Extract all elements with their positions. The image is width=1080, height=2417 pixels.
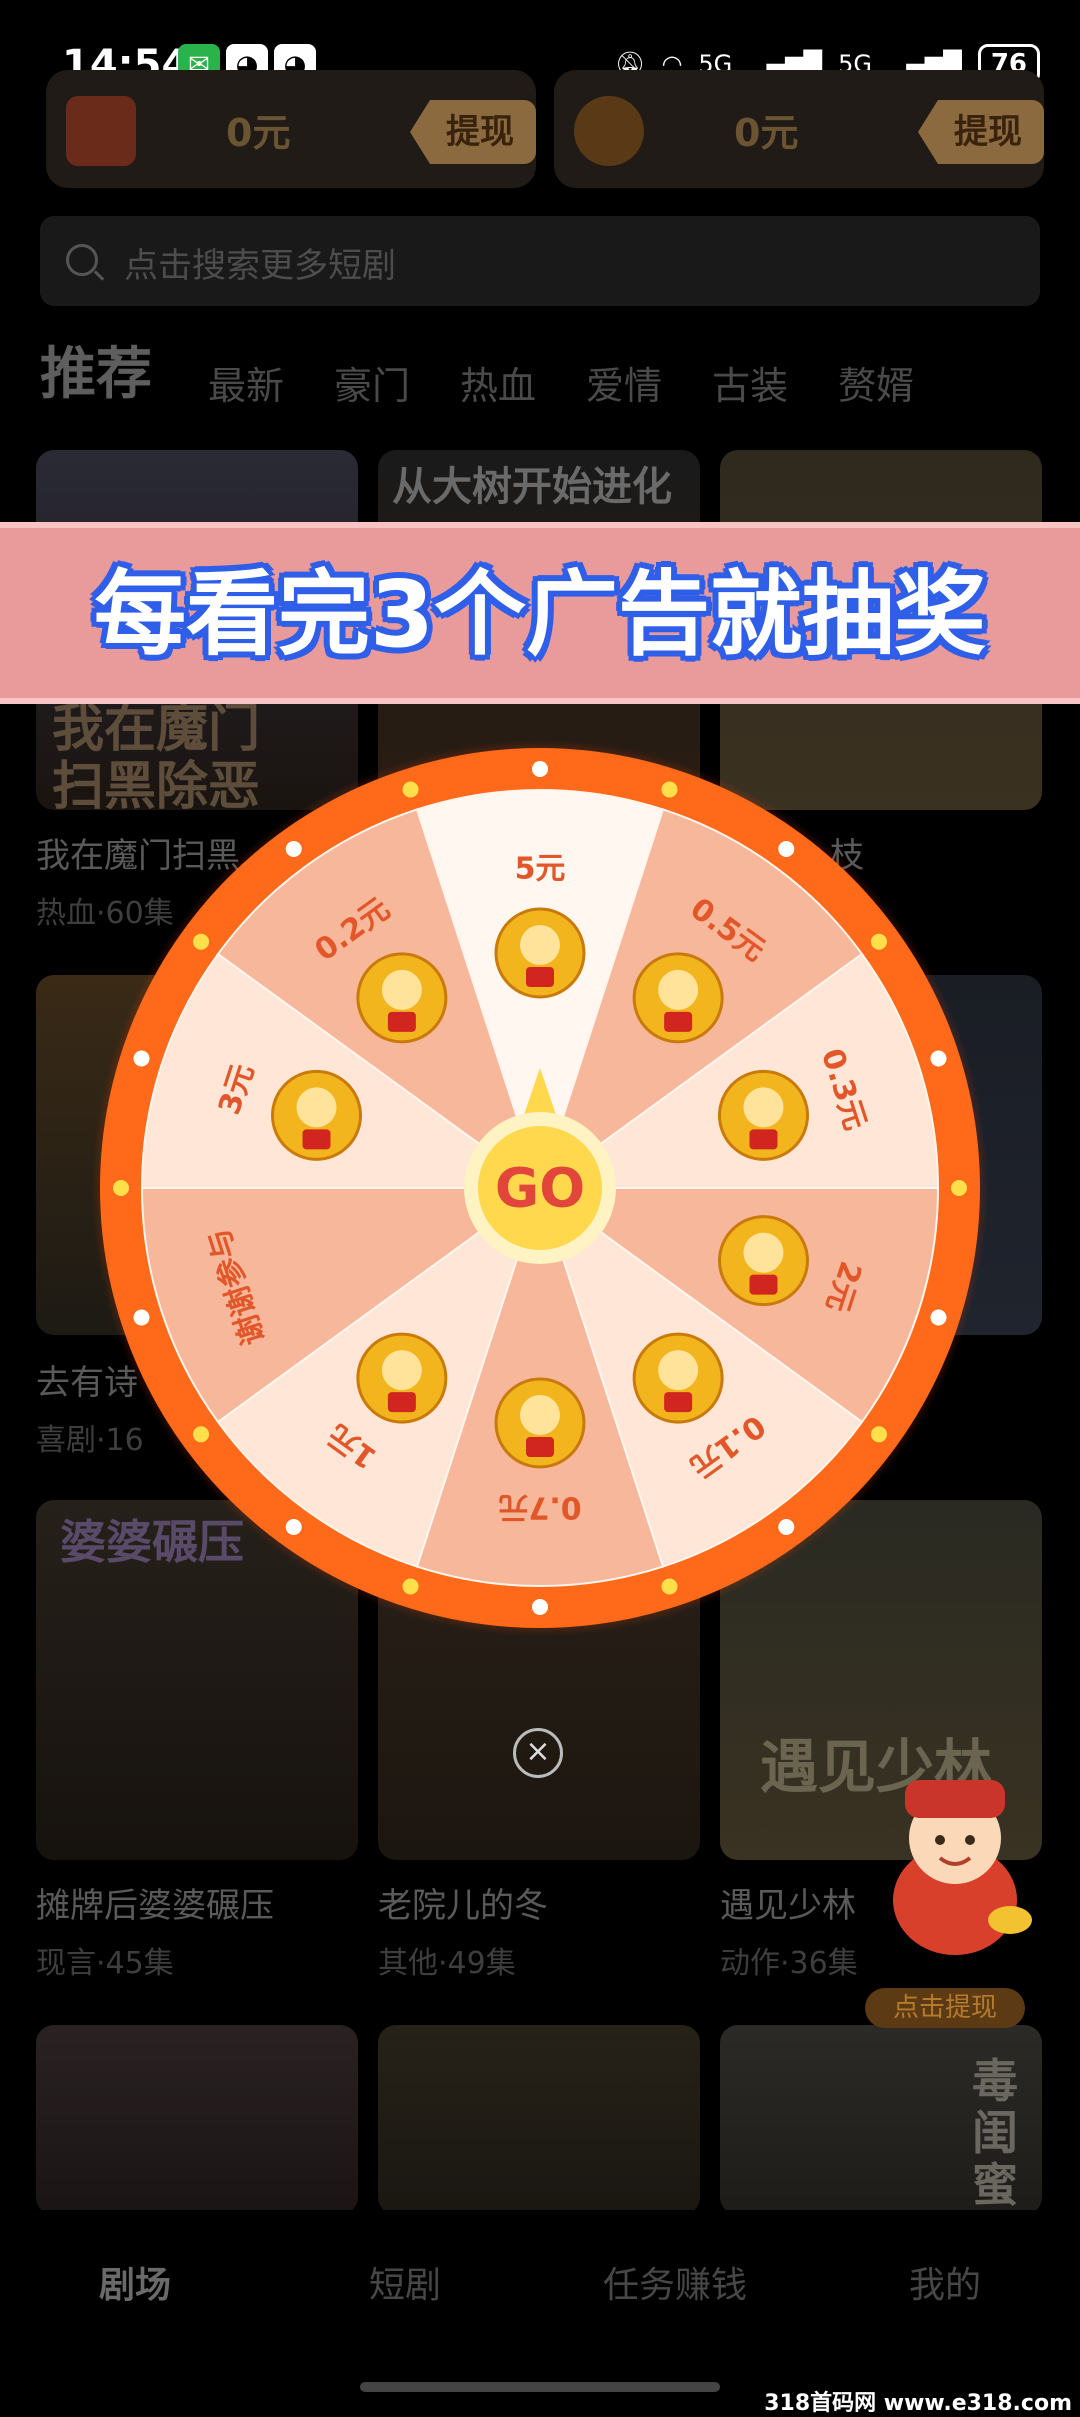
rim-bulb bbox=[113, 1180, 129, 1196]
rim-bulb bbox=[285, 1518, 302, 1535]
coin-god-scroll bbox=[387, 1011, 416, 1032]
prize-wheel[interactable]: 5元 0.5元 0.3元 2元 0.1元 0.7元 1元 谢谢参与 3元 0.2元 GO bbox=[90, 738, 990, 1638]
coin-god-face bbox=[296, 1087, 337, 1128]
nav-theater[interactable]: 剧场 bbox=[0, 2210, 270, 2340]
rim-bulb bbox=[778, 1518, 795, 1535]
coin-god-scroll bbox=[387, 1392, 416, 1413]
drama-card-11[interactable] bbox=[378, 2025, 700, 2215]
rim-bulb bbox=[930, 1309, 947, 1326]
coin-god-face bbox=[743, 1232, 784, 1273]
coin-god-scroll bbox=[749, 1129, 778, 1150]
poster-title: 从大树开始进化 bbox=[392, 464, 672, 510]
rim-bulb bbox=[193, 933, 210, 950]
god-of-wealth-mascot[interactable] bbox=[870, 1760, 1040, 1960]
coin-god-scroll bbox=[749, 1274, 778, 1295]
withdraw-button[interactable]: 提现 bbox=[918, 100, 1044, 164]
wallet-amount: 0元 bbox=[734, 111, 799, 155]
rim-bulb bbox=[133, 1309, 150, 1326]
tab-recommend[interactable]: 推荐 bbox=[40, 329, 152, 410]
withdraw-badge[interactable]: 点击提现 bbox=[865, 1988, 1025, 2028]
tab-son-in-law[interactable]: 赘婿 bbox=[838, 355, 914, 410]
red-envelope-icon bbox=[66, 96, 136, 166]
coin-god-face bbox=[658, 1350, 699, 1391]
coin-god-face bbox=[381, 969, 422, 1010]
close-icon[interactable]: × bbox=[513, 1728, 563, 1778]
rim-bulb bbox=[133, 1050, 150, 1067]
go-label: GO bbox=[495, 1157, 585, 1220]
mascot-icon bbox=[574, 96, 644, 166]
coin-god-scroll bbox=[664, 1011, 693, 1032]
prize-label: 0.7元 bbox=[498, 1490, 581, 1525]
rim-bulb bbox=[402, 781, 419, 798]
nav-earn-tasks[interactable]: 任务赚钱 bbox=[540, 2210, 810, 2340]
rim-bulb bbox=[193, 1426, 210, 1443]
search-icon bbox=[66, 244, 98, 276]
poster-title: 毒闺蜜 bbox=[972, 2054, 1018, 2212]
banner-text: 每看完3个广告就抽奖 bbox=[93, 561, 986, 668]
coin-god-scroll bbox=[526, 1437, 554, 1457]
wallet-card-2[interactable]: 0元 提现 bbox=[554, 70, 1044, 188]
drama-card-10[interactable] bbox=[36, 2025, 358, 2215]
drama-meta: 其他·49集 bbox=[378, 1946, 516, 1981]
prize-label: 5元 bbox=[515, 852, 566, 887]
wheel-svg: 5元0.5元0.3元2元0.1元0.7元1元谢谢参与3元0.2元GO bbox=[92, 740, 988, 1636]
rim-bulb bbox=[661, 1578, 678, 1595]
wallet-card-1[interactable]: 0元 提现 bbox=[46, 70, 536, 188]
withdraw-button[interactable]: 提现 bbox=[410, 100, 536, 164]
tab-wealthy[interactable]: 豪门 bbox=[334, 355, 410, 410]
rim-bulb bbox=[951, 1180, 967, 1196]
coin-god-scroll bbox=[526, 967, 554, 987]
rim-bulb bbox=[661, 781, 678, 798]
drama-title: 老院儿的冬 bbox=[378, 1886, 548, 1926]
coin-god-face bbox=[381, 1350, 422, 1391]
rim-bulb bbox=[532, 1599, 548, 1615]
drama-meta: 现言·45集 bbox=[36, 1946, 174, 1981]
coin-god-face bbox=[743, 1087, 784, 1128]
coin-god-face bbox=[658, 969, 699, 1010]
coin-god-scroll bbox=[664, 1392, 693, 1413]
category-tabs: 推荐 最新 豪门 热血 爱情 古装 赘婿 bbox=[40, 330, 1060, 410]
coin-god-scroll bbox=[302, 1129, 331, 1150]
coin-god-face bbox=[520, 925, 560, 965]
coin-god-face bbox=[520, 1395, 560, 1435]
search-bar[interactable]: 点击搜索更多短剧 bbox=[40, 216, 1040, 306]
rim-bulb bbox=[778, 841, 795, 858]
drama-title: 遇见少林 bbox=[720, 1886, 856, 1926]
rim-bulb bbox=[532, 761, 548, 777]
rim-bulb bbox=[870, 1426, 887, 1443]
tab-romance[interactable]: 爱情 bbox=[586, 355, 662, 410]
bottom-nav: 剧场 短剧 任务赚钱 我的 bbox=[0, 2210, 1080, 2340]
lottery-banner: 每看完3个广告就抽奖 bbox=[0, 522, 1080, 704]
nav-short-drama[interactable]: 短剧 bbox=[270, 2210, 540, 2340]
rim-bulb bbox=[402, 1578, 419, 1595]
drama-meta: 动作·36集 bbox=[720, 1946, 858, 1981]
watermark-text: 318首码网 www.e318.com bbox=[764, 2391, 1072, 2416]
tab-action[interactable]: 热血 bbox=[460, 355, 536, 410]
drama-title: 摊牌后婆婆碾压 bbox=[36, 1886, 274, 1926]
tab-latest[interactable]: 最新 bbox=[208, 355, 284, 410]
wallet-amount: 0元 bbox=[226, 111, 291, 155]
home-indicator[interactable] bbox=[360, 2382, 720, 2392]
rim-bulb bbox=[870, 933, 887, 950]
tab-costume[interactable]: 古装 bbox=[712, 355, 788, 410]
rim-bulb bbox=[930, 1050, 947, 1067]
nav-mine[interactable]: 我的 bbox=[810, 2210, 1080, 2340]
rim-bulb bbox=[285, 841, 302, 858]
drama-card-12[interactable]: 毒闺蜜 bbox=[720, 2025, 1042, 2215]
search-placeholder: 点击搜索更多短剧 bbox=[124, 246, 396, 286]
